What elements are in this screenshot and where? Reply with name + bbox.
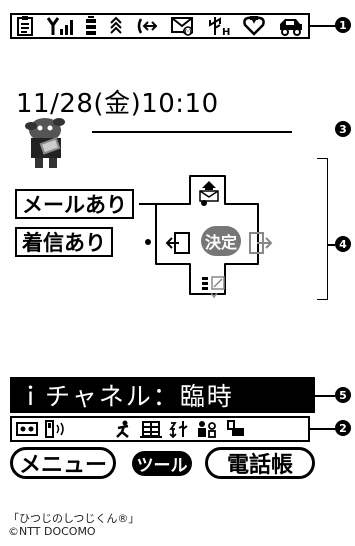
- mascot-caption: 「ひつじのしつじくん®」: [8, 512, 140, 525]
- incoming-leader-dot: [145, 239, 151, 245]
- usb-mode-icon: [169, 421, 188, 438]
- person-icon: [116, 420, 129, 438]
- callout-line-2: [310, 428, 336, 430]
- callout-line-3: [92, 131, 292, 133]
- callout-bracket-4: [317, 158, 328, 300]
- svg-text:((·)): ((·)): [182, 29, 193, 35]
- callout-4: 4: [335, 236, 351, 252]
- drive-mode-icon: [278, 15, 304, 37]
- copyright: ©NTT DOCOMO: [8, 525, 96, 538]
- network-icon: [109, 15, 123, 37]
- left-key-icon[interactable]: [165, 231, 191, 255]
- phonebook-softkey[interactable]: 電話帳: [205, 447, 315, 479]
- footprint-icon: [227, 420, 244, 436]
- mail-key-icon[interactable]: [198, 180, 220, 202]
- usb-icon: H: [208, 15, 230, 37]
- indicator-bar: [10, 416, 310, 442]
- manner-mode-icon: [16, 422, 38, 436]
- mail-notice-label: メールあり: [15, 189, 134, 219]
- memo-icon: [16, 15, 34, 37]
- callout-line-4: [327, 244, 335, 246]
- callout-3: 3: [335, 121, 351, 137]
- mail-icon: ((·)): [171, 15, 195, 37]
- battery-icon: [86, 15, 96, 37]
- menu-softkey[interactable]: メニュー: [10, 447, 116, 479]
- mail-leader-dot: [201, 200, 207, 206]
- building-icon: [140, 421, 162, 438]
- svg-text:H: H: [222, 27, 230, 36]
- vibration-icon: [45, 420, 64, 438]
- signal-icon: [47, 15, 73, 37]
- mascot-character-icon: [25, 118, 65, 168]
- tool-softkey[interactable]: ツール: [132, 451, 192, 476]
- status-bar: ((·)) H: [10, 13, 310, 39]
- callout-2: 2: [335, 420, 351, 436]
- infrared-icon: [136, 15, 158, 37]
- incoming-notice-label: 着信あり: [15, 227, 113, 257]
- down-key-icon[interactable]: [200, 275, 230, 299]
- enter-center-key[interactable]: 決定: [201, 226, 241, 256]
- callout-1: 1: [335, 17, 351, 33]
- callout-5: 5: [335, 387, 351, 403]
- family-icon: [198, 421, 216, 438]
- callout-line-1: [310, 25, 336, 27]
- i-channel-ticker: ｉチャネル：臨時: [10, 377, 315, 413]
- callout-line-5: [315, 395, 335, 397]
- heart-icon: [243, 15, 265, 37]
- right-key-icon[interactable]: [249, 231, 273, 255]
